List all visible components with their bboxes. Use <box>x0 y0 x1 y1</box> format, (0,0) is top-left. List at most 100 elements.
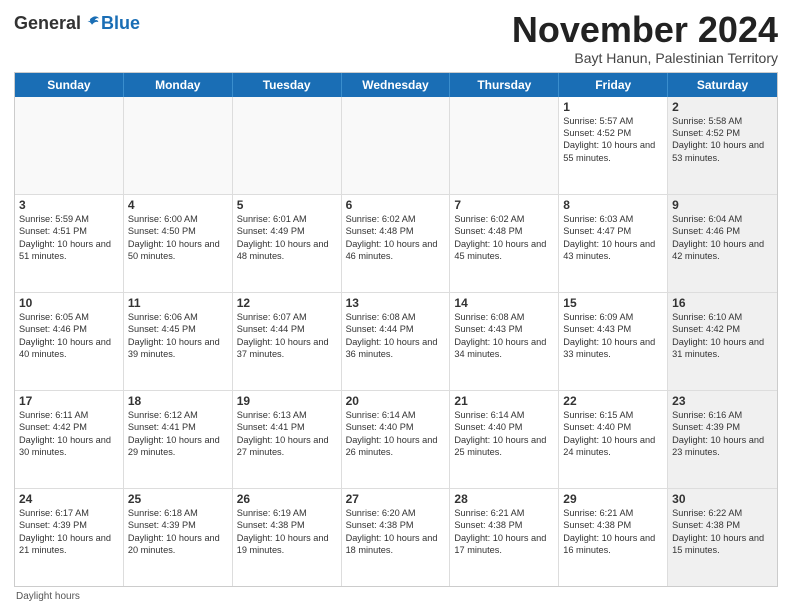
cal-cell: 7Sunrise: 6:02 AM Sunset: 4:48 PM Daylig… <box>450 195 559 292</box>
day-number: 16 <box>672 296 773 310</box>
cal-cell: 21Sunrise: 6:14 AM Sunset: 4:40 PM Dayli… <box>450 391 559 488</box>
day-number: 18 <box>128 394 228 408</box>
day-number: 10 <box>19 296 119 310</box>
logo-bird-icon <box>83 14 101 32</box>
title-block: November 2024 Bayt Hanun, Palestinian Te… <box>512 10 778 66</box>
cal-cell: 30Sunrise: 6:22 AM Sunset: 4:38 PM Dayli… <box>668 489 777 586</box>
cal-cell: 19Sunrise: 6:13 AM Sunset: 4:41 PM Dayli… <box>233 391 342 488</box>
cal-cell: 24Sunrise: 6:17 AM Sunset: 4:39 PM Dayli… <box>15 489 124 586</box>
day-number: 23 <box>672 394 773 408</box>
day-number: 7 <box>454 198 554 212</box>
day-number: 2 <box>672 100 773 114</box>
day-number: 29 <box>563 492 663 506</box>
cal-cell: 5Sunrise: 6:01 AM Sunset: 4:49 PM Daylig… <box>233 195 342 292</box>
cal-week-2: 3Sunrise: 5:59 AM Sunset: 4:51 PM Daylig… <box>15 195 777 293</box>
day-detail: Sunrise: 6:02 AM Sunset: 4:48 PM Dayligh… <box>454 213 554 263</box>
cal-cell: 13Sunrise: 6:08 AM Sunset: 4:44 PM Dayli… <box>342 293 451 390</box>
cal-cell <box>342 97 451 194</box>
day-detail: Sunrise: 6:21 AM Sunset: 4:38 PM Dayligh… <box>563 507 663 557</box>
day-detail: Sunrise: 5:59 AM Sunset: 4:51 PM Dayligh… <box>19 213 119 263</box>
calendar-header: SundayMondayTuesdayWednesdayThursdayFrid… <box>15 73 777 97</box>
cal-cell: 16Sunrise: 6:10 AM Sunset: 4:42 PM Dayli… <box>668 293 777 390</box>
cal-cell: 9Sunrise: 6:04 AM Sunset: 4:46 PM Daylig… <box>668 195 777 292</box>
day-number: 3 <box>19 198 119 212</box>
cal-cell: 6Sunrise: 6:02 AM Sunset: 4:48 PM Daylig… <box>342 195 451 292</box>
cal-cell: 28Sunrise: 6:21 AM Sunset: 4:38 PM Dayli… <box>450 489 559 586</box>
day-detail: Sunrise: 6:07 AM Sunset: 4:44 PM Dayligh… <box>237 311 337 361</box>
cal-header-monday: Monday <box>124 73 233 97</box>
day-number: 26 <box>237 492 337 506</box>
cal-cell <box>15 97 124 194</box>
cal-week-5: 24Sunrise: 6:17 AM Sunset: 4:39 PM Dayli… <box>15 489 777 586</box>
day-number: 6 <box>346 198 446 212</box>
cal-cell: 11Sunrise: 6:06 AM Sunset: 4:45 PM Dayli… <box>124 293 233 390</box>
day-number: 27 <box>346 492 446 506</box>
day-number: 12 <box>237 296 337 310</box>
header: General Blue November 2024 Bayt Hanun, P… <box>14 10 778 66</box>
day-detail: Sunrise: 6:08 AM Sunset: 4:43 PM Dayligh… <box>454 311 554 361</box>
month-title: November 2024 <box>512 10 778 50</box>
cal-header-tuesday: Tuesday <box>233 73 342 97</box>
cal-cell: 14Sunrise: 6:08 AM Sunset: 4:43 PM Dayli… <box>450 293 559 390</box>
cal-cell: 22Sunrise: 6:15 AM Sunset: 4:40 PM Dayli… <box>559 391 668 488</box>
cal-header-saturday: Saturday <box>668 73 777 97</box>
cal-cell: 18Sunrise: 6:12 AM Sunset: 4:41 PM Dayli… <box>124 391 233 488</box>
cal-cell: 26Sunrise: 6:19 AM Sunset: 4:38 PM Dayli… <box>233 489 342 586</box>
day-number: 28 <box>454 492 554 506</box>
cal-cell <box>233 97 342 194</box>
logo: General Blue <box>14 10 140 32</box>
day-number: 15 <box>563 296 663 310</box>
logo-general-text: General <box>14 14 81 32</box>
cal-cell: 8Sunrise: 6:03 AM Sunset: 4:47 PM Daylig… <box>559 195 668 292</box>
calendar: SundayMondayTuesdayWednesdayThursdayFrid… <box>14 72 778 587</box>
day-detail: Sunrise: 6:17 AM Sunset: 4:39 PM Dayligh… <box>19 507 119 557</box>
cal-cell: 3Sunrise: 5:59 AM Sunset: 4:51 PM Daylig… <box>15 195 124 292</box>
cal-cell: 25Sunrise: 6:18 AM Sunset: 4:39 PM Dayli… <box>124 489 233 586</box>
cal-cell: 1Sunrise: 5:57 AM Sunset: 4:52 PM Daylig… <box>559 97 668 194</box>
day-detail: Sunrise: 6:00 AM Sunset: 4:50 PM Dayligh… <box>128 213 228 263</box>
cal-cell: 2Sunrise: 5:58 AM Sunset: 4:52 PM Daylig… <box>668 97 777 194</box>
day-detail: Sunrise: 6:10 AM Sunset: 4:42 PM Dayligh… <box>672 311 773 361</box>
day-number: 13 <box>346 296 446 310</box>
cal-cell: 29Sunrise: 6:21 AM Sunset: 4:38 PM Dayli… <box>559 489 668 586</box>
day-number: 24 <box>19 492 119 506</box>
day-detail: Sunrise: 6:14 AM Sunset: 4:40 PM Dayligh… <box>454 409 554 459</box>
day-detail: Sunrise: 6:12 AM Sunset: 4:41 PM Dayligh… <box>128 409 228 459</box>
day-number: 1 <box>563 100 663 114</box>
cal-cell: 23Sunrise: 6:16 AM Sunset: 4:39 PM Dayli… <box>668 391 777 488</box>
cal-header-wednesday: Wednesday <box>342 73 451 97</box>
day-detail: Sunrise: 5:58 AM Sunset: 4:52 PM Dayligh… <box>672 115 773 165</box>
day-number: 22 <box>563 394 663 408</box>
day-detail: Sunrise: 6:09 AM Sunset: 4:43 PM Dayligh… <box>563 311 663 361</box>
cal-cell <box>450 97 559 194</box>
day-detail: Sunrise: 6:13 AM Sunset: 4:41 PM Dayligh… <box>237 409 337 459</box>
day-detail: Sunrise: 6:01 AM Sunset: 4:49 PM Dayligh… <box>237 213 337 263</box>
cal-header-friday: Friday <box>559 73 668 97</box>
day-detail: Sunrise: 6:05 AM Sunset: 4:46 PM Dayligh… <box>19 311 119 361</box>
day-detail: Sunrise: 6:21 AM Sunset: 4:38 PM Dayligh… <box>454 507 554 557</box>
cal-week-1: 1Sunrise: 5:57 AM Sunset: 4:52 PM Daylig… <box>15 97 777 195</box>
day-detail: Sunrise: 5:57 AM Sunset: 4:52 PM Dayligh… <box>563 115 663 165</box>
day-number: 8 <box>563 198 663 212</box>
cal-cell: 27Sunrise: 6:20 AM Sunset: 4:38 PM Dayli… <box>342 489 451 586</box>
day-number: 17 <box>19 394 119 408</box>
cal-cell: 12Sunrise: 6:07 AM Sunset: 4:44 PM Dayli… <box>233 293 342 390</box>
day-detail: Sunrise: 6:18 AM Sunset: 4:39 PM Dayligh… <box>128 507 228 557</box>
location: Bayt Hanun, Palestinian Territory <box>512 50 778 66</box>
cal-cell: 17Sunrise: 6:11 AM Sunset: 4:42 PM Dayli… <box>15 391 124 488</box>
day-detail: Sunrise: 6:22 AM Sunset: 4:38 PM Dayligh… <box>672 507 773 557</box>
day-detail: Sunrise: 6:08 AM Sunset: 4:44 PM Dayligh… <box>346 311 446 361</box>
footer-note: Daylight hours <box>14 591 778 602</box>
day-detail: Sunrise: 6:19 AM Sunset: 4:38 PM Dayligh… <box>237 507 337 557</box>
day-number: 9 <box>672 198 773 212</box>
cal-cell <box>124 97 233 194</box>
cal-week-3: 10Sunrise: 6:05 AM Sunset: 4:46 PM Dayli… <box>15 293 777 391</box>
page: General Blue November 2024 Bayt Hanun, P… <box>0 0 792 612</box>
day-number: 30 <box>672 492 773 506</box>
day-number: 19 <box>237 394 337 408</box>
cal-cell: 10Sunrise: 6:05 AM Sunset: 4:46 PM Dayli… <box>15 293 124 390</box>
day-detail: Sunrise: 6:06 AM Sunset: 4:45 PM Dayligh… <box>128 311 228 361</box>
cal-header-thursday: Thursday <box>450 73 559 97</box>
cal-cell: 15Sunrise: 6:09 AM Sunset: 4:43 PM Dayli… <box>559 293 668 390</box>
day-number: 20 <box>346 394 446 408</box>
